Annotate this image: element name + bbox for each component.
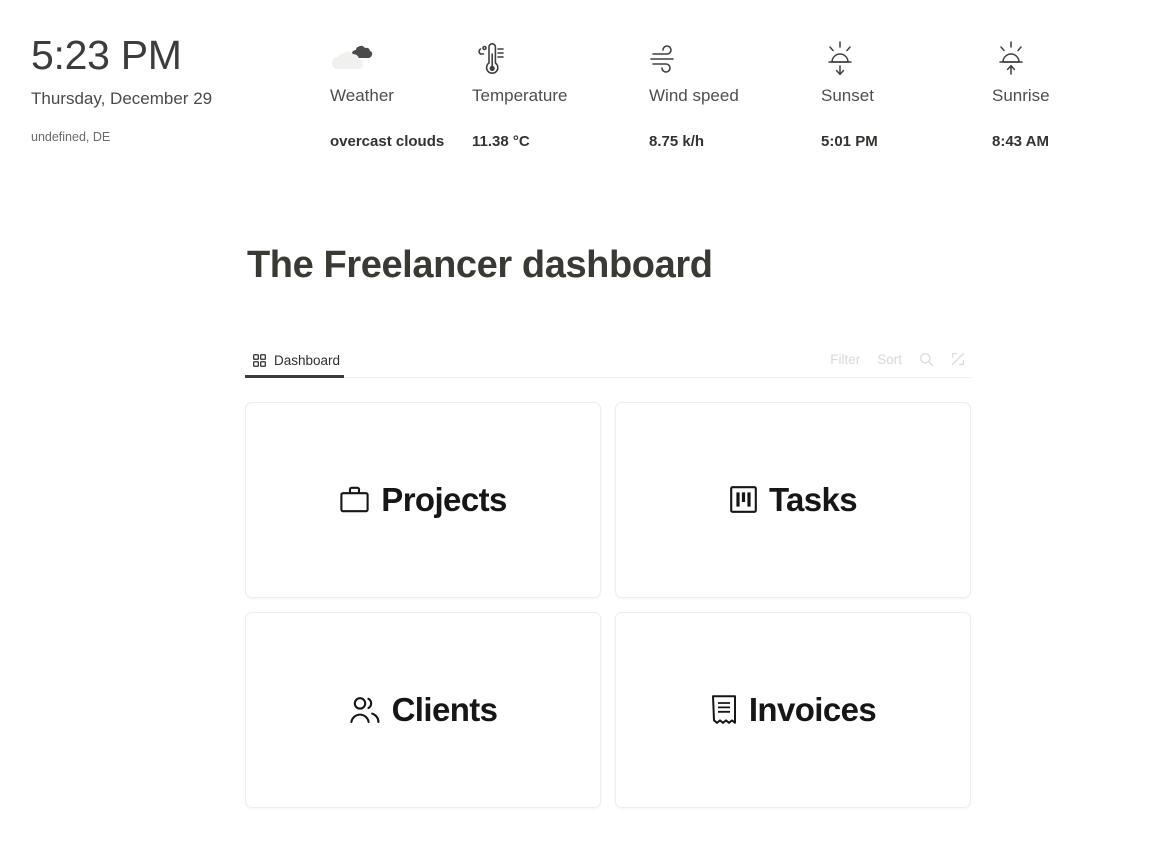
card-label: Projects: [381, 481, 507, 519]
expand-diagonal-icon[interactable]: [951, 352, 965, 366]
page-title: The Freelancer dashboard: [247, 244, 713, 287]
sunset-icon: [821, 38, 859, 82]
current-time: 5:23 PM: [31, 32, 182, 78]
clock-block: 5:23 PM Thursday, December 29 undefined,…: [0, 32, 330, 145]
weather-metric-weather: Weather overcast clouds: [330, 38, 472, 150]
current-location: undefined, DE: [31, 130, 111, 145]
search-icon[interactable]: [919, 352, 934, 367]
weather-metric-label: Sunset: [821, 86, 874, 105]
current-date: Thursday, December 29: [31, 89, 213, 109]
tab-dashboard[interactable]: Dashboard: [245, 352, 345, 378]
tab-actions: Filter Sort: [830, 352, 971, 377]
card-projects[interactable]: Projects: [245, 401, 601, 598]
briefcase-icon: [339, 484, 370, 515]
weather-metric-wind-speed: Wind speed 8.75 k/h: [649, 38, 821, 150]
card-content: Tasks: [729, 481, 858, 519]
users-icon: [349, 695, 381, 725]
dashboard-panel: Dashboard Filter Sort Projects Tasks Cli…: [245, 345, 971, 808]
card-invoices[interactable]: Invoices: [615, 611, 971, 808]
weather-metric-label: Weather: [330, 86, 394, 105]
tab-dashboard-label: Dashboard: [274, 352, 341, 368]
card-content: Invoices: [710, 691, 877, 729]
weather-metric-label: Temperature: [472, 86, 568, 105]
tab-bar: Dashboard Filter Sort: [245, 345, 971, 378]
card-label: Invoices: [748, 691, 877, 729]
card-content: Clients: [349, 693, 498, 726]
card-clients[interactable]: Clients: [245, 611, 601, 808]
weather-metric-value: 8:43 AM: [992, 133, 1049, 151]
sunrise-icon: [992, 38, 1030, 82]
weather-metric-temperature: Temperature 11.38 °C: [472, 38, 649, 150]
overcast-clouds-icon: [330, 38, 374, 82]
wind-icon: [649, 38, 687, 82]
sort-button[interactable]: Sort: [877, 352, 902, 367]
dashboard-cards: Projects Tasks Clients Invoices: [245, 401, 971, 808]
weather-metric-sunrise: Sunrise 8:43 AM: [992, 38, 1132, 150]
weather-metric-label: Sunrise: [992, 86, 1050, 105]
card-content: Projects: [339, 481, 507, 519]
card-label: Clients: [391, 691, 498, 729]
status-bar: 5:23 PM Thursday, December 29 undefined,…: [0, 0, 1160, 150]
weather-metric-value: overcast clouds: [330, 133, 445, 151]
weather-metric-value: 5:01 PM: [821, 133, 878, 151]
receipt-icon: [710, 694, 738, 725]
weather-metric-sunset: Sunset 5:01 PM: [821, 38, 992, 150]
filter-button[interactable]: Filter: [830, 352, 860, 367]
main-content: The Freelancer dashboard Dashboard Filte…: [0, 150, 1160, 808]
kanban-board-icon: [729, 485, 758, 514]
weather-metric-value: 8.75 k/h: [649, 133, 705, 151]
weather-metrics: Weather overcast clouds Temperature 11.3…: [330, 34, 1160, 150]
card-tasks[interactable]: Tasks: [615, 401, 971, 598]
card-label: Tasks: [768, 481, 858, 519]
weather-metric-value: 11.38 °C: [472, 133, 530, 151]
grid-icon: [253, 354, 266, 367]
thermometer-icon: [472, 38, 506, 82]
weather-metric-label: Wind speed: [649, 86, 739, 105]
